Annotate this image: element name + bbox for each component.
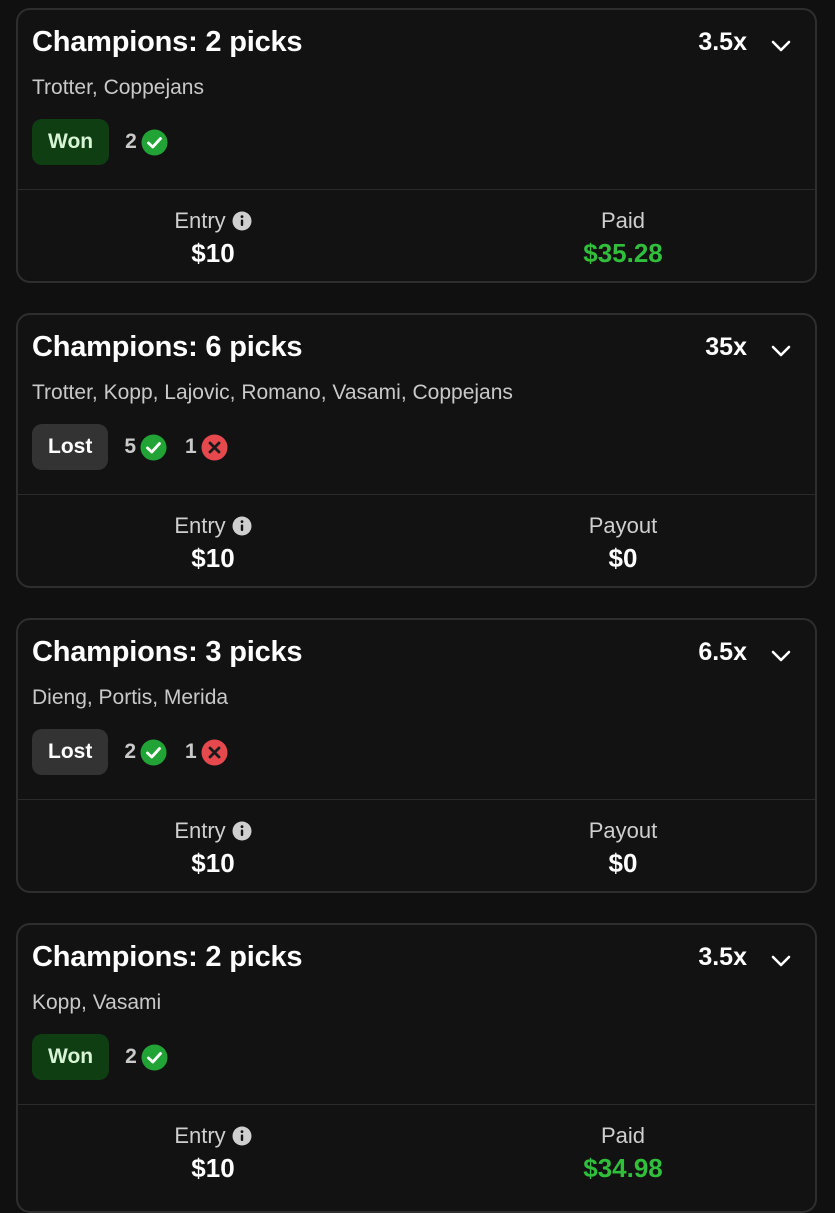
entry-column: Entry $10 [113, 816, 313, 879]
result-label: Paid [600, 208, 646, 233]
status-row: Lost 2 1 [32, 728, 228, 776]
divider [18, 494, 815, 495]
entry-label: Entry [174, 818, 226, 843]
entry-value: $10 [191, 848, 235, 878]
correct-tally: 2 [125, 1044, 168, 1071]
entry-title: Champions: 2 picks [32, 941, 303, 973]
entry-players: Dieng, Portis, Merida [32, 686, 229, 709]
chevron-down-icon[interactable] [767, 947, 795, 975]
check-circle-icon [140, 739, 167, 766]
status-badge: Won [32, 119, 110, 165]
status-row: Won 2 [32, 118, 168, 166]
incorrect-count: 1 [185, 740, 197, 763]
entry-title: Champions: 3 picks [32, 636, 303, 668]
correct-count: 5 [124, 435, 137, 458]
entry-multiplier: 35x [705, 333, 747, 361]
check-circle-icon [141, 1044, 168, 1071]
result-column: Paid $35.28 [523, 206, 723, 269]
entry-column: Entry $10 [113, 206, 313, 269]
x-circle-icon [201, 434, 228, 461]
correct-count: 2 [125, 1045, 137, 1068]
status-row: Lost 5 1 [32, 423, 228, 471]
check-circle-icon [140, 434, 167, 461]
chevron-down-icon[interactable] [767, 642, 795, 670]
entry-column: Entry $10 [113, 511, 313, 574]
incorrect-tally: 1 [185, 434, 228, 461]
status-badge: Won [32, 1034, 110, 1080]
entry-card[interactable]: Champions: 3 picks 6.5x Dieng, Portis, M… [16, 618, 817, 893]
result-value: $34.98 [583, 1153, 663, 1183]
chevron-down-icon[interactable] [767, 32, 795, 60]
result-value: $0 [608, 543, 638, 573]
result-column: Payout $0 [523, 511, 723, 574]
divider [18, 1104, 815, 1105]
result-value: $35.28 [583, 238, 663, 268]
chevron-down-icon[interactable] [767, 337, 795, 365]
correct-count: 2 [124, 740, 137, 763]
entry-title: Champions: 6 picks [32, 331, 303, 363]
entry-card[interactable]: Champions: 2 picks 3.5x Trotter, Coppeja… [16, 8, 817, 283]
divider [18, 189, 815, 190]
check-circle-icon [141, 129, 168, 156]
entry-value: $10 [191, 238, 235, 268]
entry-multiplier: 3.5x [698, 28, 747, 56]
entry-value: $10 [191, 1153, 235, 1183]
status-badge: Lost [32, 424, 109, 470]
status-row: Won 2 [32, 1033, 168, 1081]
entry-multiplier: 3.5x [698, 943, 747, 971]
info-icon[interactable] [232, 1126, 252, 1146]
entry-label: Entry [174, 1123, 226, 1148]
entry-title: Champions: 2 picks [32, 26, 303, 58]
entry-players: Trotter, Kopp, Lajovic, Romano, Vasami, … [32, 381, 513, 404]
entry-players: Kopp, Vasami [32, 991, 162, 1014]
x-circle-icon [201, 739, 228, 766]
entry-label: Entry [174, 208, 226, 233]
entry-column: Entry $10 [113, 1121, 313, 1184]
result-label: Paid [600, 1123, 646, 1148]
correct-tally: 2 [124, 739, 167, 766]
info-icon[interactable] [232, 516, 252, 536]
entry-label: Entry [174, 513, 226, 538]
correct-tally: 2 [125, 129, 168, 156]
correct-tally: 5 [124, 434, 167, 461]
entry-multiplier: 6.5x [698, 638, 747, 666]
incorrect-count: 1 [185, 435, 197, 458]
correct-count: 2 [125, 130, 137, 153]
status-badge: Lost [32, 729, 109, 775]
entry-card[interactable]: Champions: 6 picks 35x Trotter, Kopp, La… [16, 313, 817, 588]
entry-players: Trotter, Coppejans [32, 76, 204, 99]
result-label: Payout [588, 513, 658, 538]
divider [18, 799, 815, 800]
incorrect-tally: 1 [185, 739, 228, 766]
result-column: Paid $34.98 [523, 1121, 723, 1184]
result-column: Payout $0 [523, 816, 723, 879]
result-label: Payout [588, 818, 658, 843]
result-value: $0 [608, 848, 638, 878]
entry-value: $10 [191, 543, 235, 573]
info-icon[interactable] [232, 211, 252, 231]
entry-card[interactable]: Champions: 2 picks 3.5x Kopp, Vasami Won… [16, 923, 817, 1213]
info-icon[interactable] [232, 821, 252, 841]
